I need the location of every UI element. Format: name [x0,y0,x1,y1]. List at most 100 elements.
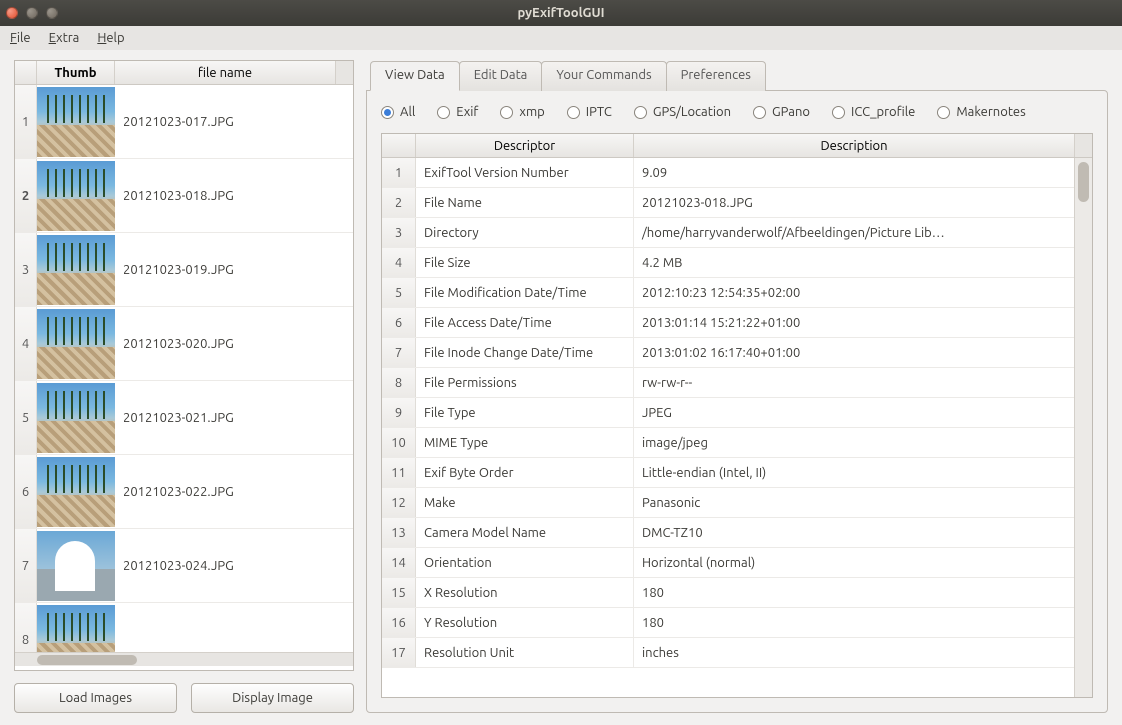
metadata-row[interactable]: 2File Name20121023-018.JPG [382,188,1074,218]
file-thumbnail [37,235,115,305]
metadata-row[interactable]: 7File Inode Change Date/Time2013:01:02 1… [382,338,1074,368]
file-row[interactable]: 8 [15,603,353,652]
metadata-row-number: 13 [382,518,416,547]
metadata-row[interactable]: 12MakePanasonic [382,488,1074,518]
metadata-value: Little-endian (Intel, II) [634,458,1074,487]
metadata-row-number: 2 [382,188,416,217]
radio-all[interactable]: All [381,105,415,119]
metadata-row[interactable]: 8File Permissionsrw-rw-r-- [382,368,1074,398]
file-row[interactable]: 220121023-018.JPG [15,159,353,233]
radio-xmp[interactable]: xmp [500,105,544,119]
menu-extra[interactable]: Extra [49,31,80,45]
radio-exif[interactable]: Exif [437,105,478,119]
metadata-row-number: 11 [382,458,416,487]
file-row-number: 8 [15,603,37,652]
metadata-descriptor: Camera Model Name [416,518,634,547]
file-name-cell: 20121023-024.JPG [115,559,353,573]
metadata-row[interactable]: 11Exif Byte OrderLittle-endian (Intel, I… [382,458,1074,488]
dt-header-descriptor[interactable]: Descriptor [416,134,634,157]
file-row-number: 1 [15,85,37,158]
file-header-blank [15,61,37,84]
metadata-descriptor: Make [416,488,634,517]
radio-gpano[interactable]: GPano [753,105,810,119]
window-minimize-button[interactable] [26,7,38,19]
metadata-value: JPEG [634,398,1074,427]
file-row-number: 5 [15,381,37,454]
tab-cmds[interactable]: Your Commands [541,61,666,91]
metadata-value: 20121023-018.JPG [634,188,1074,217]
tab-view[interactable]: View Data [370,61,460,91]
dt-header-blank [382,134,416,157]
dt-header-description[interactable]: Description [634,134,1074,157]
metadata-descriptor: File Size [416,248,634,277]
metadata-descriptor: Y Resolution [416,608,634,637]
file-row[interactable]: 120121023-017.JPG [15,85,353,159]
menu-help[interactable]: Help [97,31,124,45]
metadata-row[interactable]: 10MIME Typeimage/jpeg [382,428,1074,458]
window-maximize-button[interactable] [46,7,58,19]
metadata-row-number: 9 [382,398,416,427]
metadata-row[interactable]: 14OrientationHorizontal (normal) [382,548,1074,578]
metadata-row-number: 3 [382,218,416,247]
file-thumbnail [37,383,115,453]
metadata-row[interactable]: 5File Modification Date/Time2012:10:23 1… [382,278,1074,308]
metadata-row[interactable]: 9File TypeJPEG [382,398,1074,428]
file-row[interactable]: 320121023-019.JPG [15,233,353,307]
file-row-number: 6 [15,455,37,528]
load-images-button[interactable]: Load Images [14,683,177,713]
metadata-row[interactable]: 15X Resolution180 [382,578,1074,608]
metadata-row[interactable]: 1ExifTool Version Number9.09 [382,158,1074,188]
metadata-descriptor: X Resolution [416,578,634,607]
tab-prefs[interactable]: Preferences [666,61,766,91]
right-panel: View DataEdit DataYour CommandsPreferenc… [366,60,1108,713]
tab-edit[interactable]: Edit Data [459,61,543,91]
radio-label: GPS/Location [653,105,731,119]
file-row[interactable]: 720121023-024.JPG [15,529,353,603]
metadata-row-number: 15 [382,578,416,607]
dt-vscroll[interactable] [1074,158,1092,697]
menu-file[interactable]: File [10,31,31,45]
radio-iptc[interactable]: IPTC [567,105,612,119]
file-row-number: 4 [15,307,37,380]
dt-body[interactable]: 1ExifTool Version Number9.092File Name20… [382,158,1074,697]
radio-dot-icon [832,106,845,119]
file-header-thumb[interactable]: Thumb [37,61,115,84]
metadata-descriptor: ExifTool Version Number [416,158,634,187]
metadata-row[interactable]: 17Resolution Unitinches [382,638,1074,668]
metadata-value: 2013:01:02 16:17:40+01:00 [634,338,1074,367]
file-thumbnail [37,605,115,653]
radio-dot-icon [634,106,647,119]
file-name-cell: 20121023-020.JPG [115,337,353,351]
file-hscroll[interactable] [15,652,353,666]
metadata-row-number: 5 [382,278,416,307]
radio-dot-icon [381,106,394,119]
metadata-row[interactable]: 16Y Resolution180 [382,608,1074,638]
metadata-row-number: 7 [382,338,416,367]
window-title: pyExifToolGUI [517,6,604,20]
radio-dot-icon [567,106,580,119]
file-header-filename[interactable]: file name [115,61,335,84]
file-row[interactable]: 4 20121023-020.JPG [15,307,353,381]
radio-dot-icon [437,106,450,119]
file-name-cell: 20121023-022.JPG [115,485,353,499]
file-row-number: 3 [15,233,37,306]
metadata-value: 180 [634,608,1074,637]
metadata-row[interactable]: 6File Access Date/Time2013:01:14 15:21:2… [382,308,1074,338]
radio-icc[interactable]: ICC_profile [832,105,915,119]
radio-gps[interactable]: GPS/Location [634,105,731,119]
dt-header-scroll [1074,134,1092,157]
metadata-row[interactable]: 4File Size4.2 MB [382,248,1074,278]
tab-content-view: All Exif xmp IPTC GPS/Location GPano ICC_profi… [366,90,1108,713]
radio-dot-icon [937,106,950,119]
file-row[interactable]: 6 20121023-022.JPG [15,455,353,529]
window-close-button[interactable] [6,7,18,19]
display-image-button[interactable]: Display Image [191,683,354,713]
file-row-number: 2 [15,159,37,232]
file-thumbnail [37,531,115,601]
metadata-row[interactable]: 13Camera Model NameDMC-TZ10 [382,518,1074,548]
metadata-descriptor: File Access Date/Time [416,308,634,337]
radio-maker[interactable]: Makernotes [937,105,1025,119]
radio-label: Exif [456,105,478,119]
metadata-row[interactable]: 3Directory/home/harryvanderwolf/Afbeeldi… [382,218,1074,248]
file-row[interactable]: 520121023-021.JPG [15,381,353,455]
